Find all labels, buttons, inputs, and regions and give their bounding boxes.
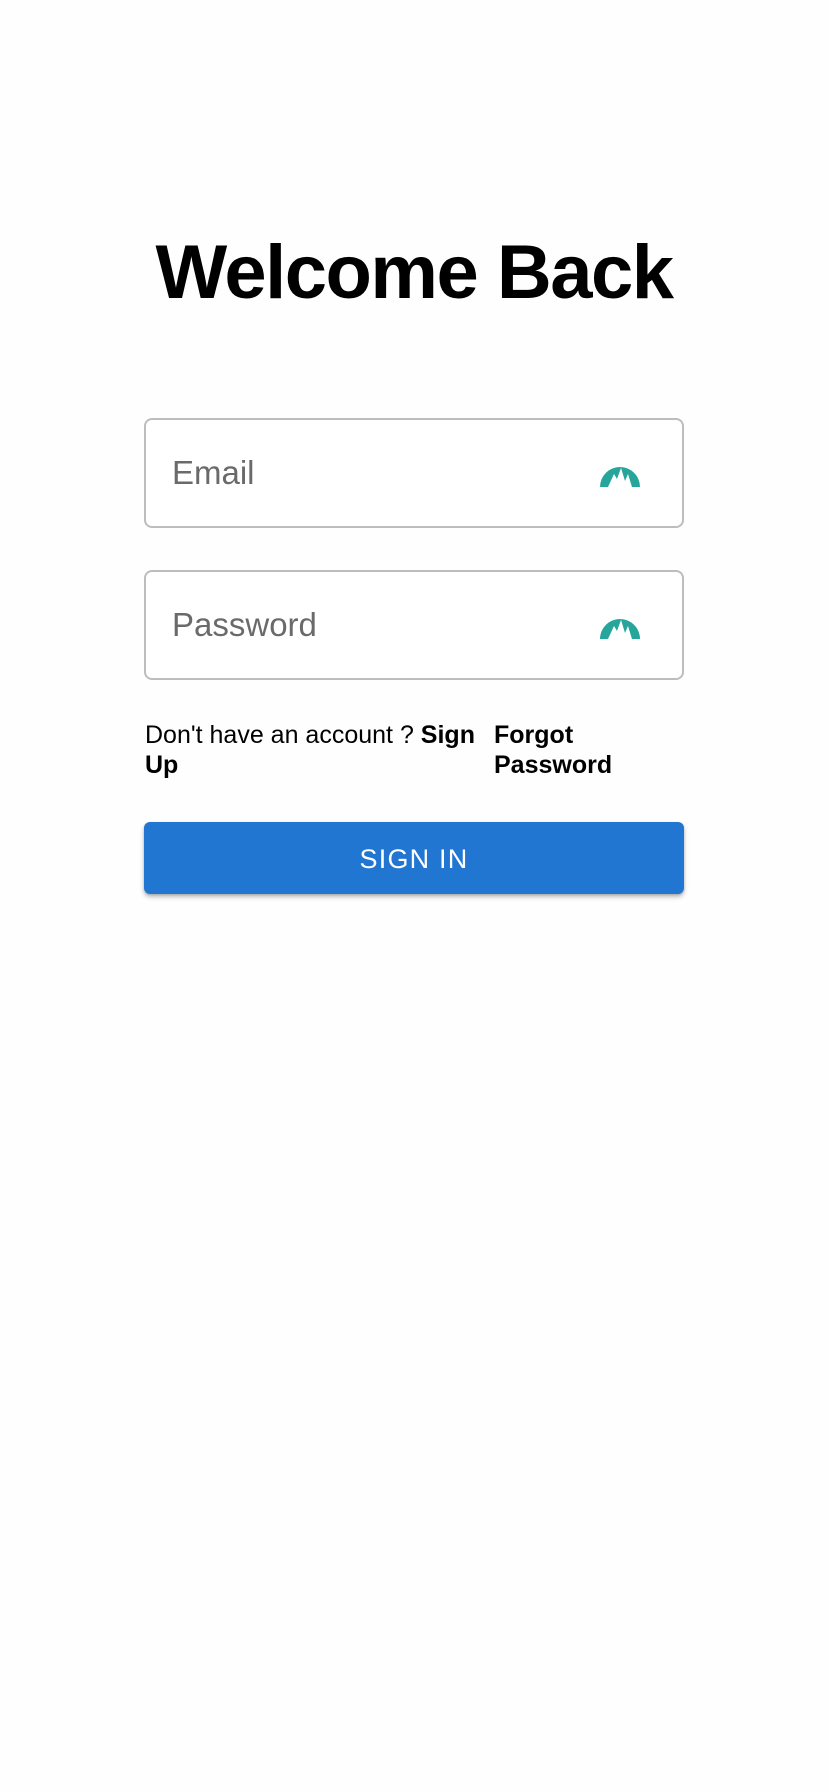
password-field[interactable]	[144, 570, 684, 680]
password-manager-icon[interactable]	[599, 457, 641, 491]
email-input[interactable]	[172, 420, 592, 526]
password-manager-icon[interactable]	[599, 609, 641, 643]
password-input[interactable]	[172, 572, 592, 678]
sign-in-button[interactable]: SIGN IN	[144, 822, 684, 894]
forgot-password-link[interactable]: Forgot Password	[494, 720, 654, 780]
page-title: Welcome Back	[155, 230, 674, 315]
signup-prompt: Don't have an account ? Sign Up	[145, 720, 485, 780]
signup-prompt-text: Don't have an account ?	[145, 721, 421, 749]
email-field[interactable]	[144, 418, 684, 528]
